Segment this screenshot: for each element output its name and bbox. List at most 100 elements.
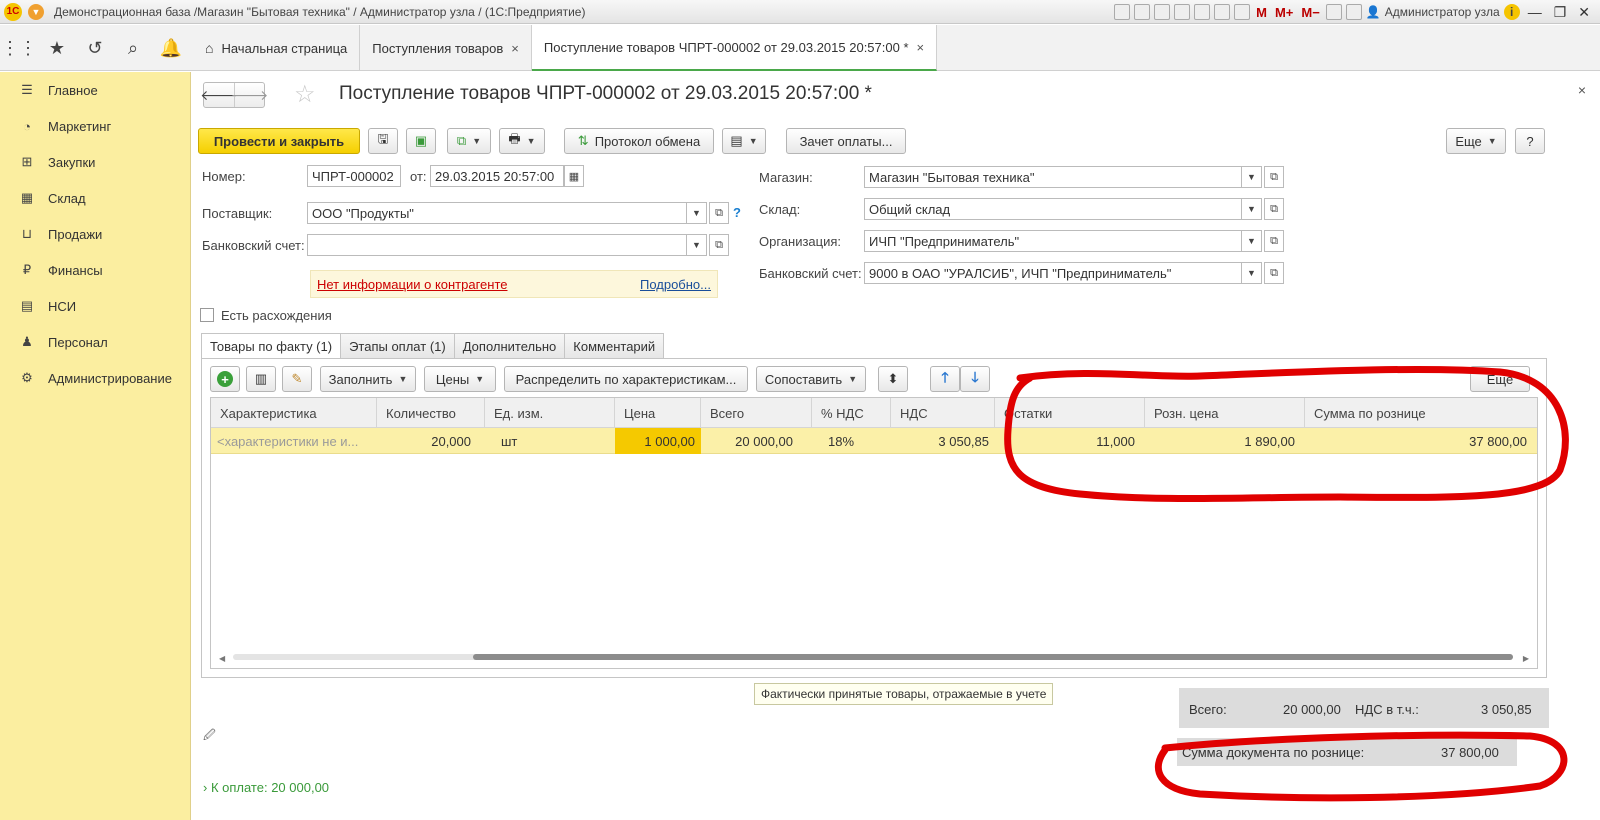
- column-header[interactable]: Цена: [615, 398, 701, 428]
- bank-account-field[interactable]: [307, 234, 687, 256]
- print-button[interactable]: 🖶 ▼: [499, 128, 545, 154]
- pick-button[interactable]: ✎: [282, 366, 312, 392]
- sidebar-item-main[interactable]: ☰ Главное: [0, 72, 190, 108]
- close-tab-icon[interactable]: ×: [917, 40, 925, 55]
- info-icon[interactable]: i: [1503, 4, 1520, 20]
- distribute-button[interactable]: Распределить по характеристикам...: [504, 366, 748, 392]
- open-warehouse-icon[interactable]: ⧉: [1264, 198, 1284, 220]
- payment-offset-button[interactable]: Зачет оплаты...: [786, 128, 906, 154]
- tab-actual-goods[interactable]: Товары по факту (1): [201, 333, 342, 359]
- move-down-button[interactable]: 🡓: [960, 366, 990, 392]
- tab-home[interactable]: ⌂ Начальная страница: [193, 25, 361, 71]
- create-based-on-button[interactable]: ⧉ ▼: [447, 128, 491, 154]
- open-bank-account-icon[interactable]: ⧉: [709, 234, 729, 256]
- close-tab-icon[interactable]: ×: [511, 41, 519, 56]
- discrepancy-checkbox[interactable]: [200, 308, 214, 322]
- column-header[interactable]: Всего: [701, 398, 812, 428]
- apps-grid-icon[interactable]: ⋮⋮: [0, 25, 38, 71]
- cell-characteristic[interactable]: <характеристики не и...: [211, 428, 377, 454]
- sidebar-item-catalogs[interactable]: ▤ НСИ: [0, 288, 190, 324]
- minimize-button[interactable]: —: [1524, 4, 1546, 20]
- compare-button[interactable]: Сопоставить ▼: [756, 366, 866, 392]
- save-button[interactable]: 🖫: [368, 128, 398, 154]
- tab-receipts-list[interactable]: Поступления товаров ×: [360, 25, 532, 71]
- cell-unit[interactable]: шт: [495, 428, 615, 454]
- date-field[interactable]: 29.03.2015 20:57:00: [430, 165, 564, 187]
- memory-mplus-button[interactable]: M+: [1275, 5, 1293, 20]
- column-header[interactable]: Количество: [377, 398, 485, 428]
- tab-receipt-document[interactable]: Поступление товаров ЧПРТ-000002 от 29.03…: [531, 25, 938, 71]
- close-form-icon[interactable]: ×: [1578, 82, 1586, 98]
- favorite-star-icon[interactable]: ☆: [294, 80, 316, 109]
- calendar-icon[interactable]: [1234, 4, 1251, 20]
- restore-button[interactable]: ❐: [1550, 4, 1571, 21]
- org-bank-account-field[interactable]: 9000 в ОАО "УРАЛСИБ", ИЧП "Предпринимате…: [864, 262, 1242, 284]
- column-header[interactable]: НДС: [891, 398, 995, 428]
- bell-icon[interactable]: 🔔: [152, 25, 190, 71]
- column-header[interactable]: Ед. изм.: [485, 398, 615, 428]
- help-button[interactable]: ?: [1515, 128, 1545, 154]
- post-button[interactable]: ▣: [406, 128, 436, 154]
- barcode-button[interactable]: ▥: [246, 366, 276, 392]
- zoom-icon[interactable]: [1325, 4, 1342, 20]
- sidebar-item-warehouse[interactable]: ▦ Склад: [0, 180, 190, 216]
- link-icon[interactable]: [1174, 4, 1191, 20]
- store-dropdown-icon[interactable]: ▼: [1242, 166, 1262, 188]
- edit-note-icon[interactable]: 🖉: [203, 726, 216, 747]
- tab-comment[interactable]: Комментарий: [564, 333, 665, 358]
- cell-vat[interactable]: 3 050,85: [891, 428, 995, 454]
- sidebar-item-finance[interactable]: ₽ Финансы: [0, 252, 190, 288]
- calendar-icon[interactable]: ▦: [564, 165, 584, 187]
- table-more-button[interactable]: Еще: [1470, 366, 1530, 392]
- fill-button[interactable]: Заполнить ▼: [320, 366, 416, 392]
- bank-account-dropdown-icon[interactable]: ▼: [687, 234, 707, 256]
- favorites-star-icon[interactable]: ★: [38, 25, 76, 71]
- cell-vat-rate[interactable]: 18%: [822, 428, 891, 454]
- table-row[interactable]: <характеристики не и... 20,000 шт 1 000,…: [211, 428, 1537, 454]
- copy-icon[interactable]: [1194, 4, 1211, 20]
- prices-button[interactable]: Цены ▼: [424, 366, 496, 392]
- organization-field[interactable]: ИЧП "Предприниматель": [864, 230, 1242, 252]
- number-field[interactable]: ЧПРТ-000002: [307, 165, 401, 187]
- sidebar-item-marketing[interactable]: ◔ Маркетинг: [0, 108, 190, 144]
- org-bank-account-dropdown-icon[interactable]: ▼: [1242, 262, 1262, 284]
- reports-button[interactable]: ▤ ▼: [722, 128, 766, 154]
- cell-total[interactable]: 20 000,00: [701, 428, 799, 454]
- sidebar-item-personnel[interactable]: ♟ Персонал: [0, 324, 190, 360]
- scrollbar-thumb[interactable]: [473, 654, 1513, 660]
- store-field[interactable]: Магазин "Бытовая техника": [864, 166, 1242, 188]
- tab-payment-stages[interactable]: Этапы оплат (1): [340, 333, 455, 358]
- calculator-icon[interactable]: [1214, 4, 1231, 20]
- panel-icon[interactable]: [1345, 4, 1362, 20]
- cell-retail-price[interactable]: 1 890,00: [1145, 428, 1301, 454]
- print-icon[interactable]: [1134, 4, 1151, 20]
- close-window-button[interactable]: ✕: [1574, 4, 1594, 21]
- scroll-left-icon[interactable]: ◀: [219, 654, 225, 663]
- main-menu-button[interactable]: ▼: [28, 3, 44, 20]
- cell-stock[interactable]: 11,000: [995, 428, 1141, 454]
- organization-dropdown-icon[interactable]: ▼: [1242, 230, 1262, 252]
- sidebar-item-sales[interactable]: ⊔ Продажи: [0, 216, 190, 252]
- sidebar-item-purchases[interactable]: ⊞ Закупки: [0, 144, 190, 180]
- column-header[interactable]: % НДС: [812, 398, 891, 428]
- move-up-button[interactable]: 🡑: [930, 366, 960, 392]
- user-name[interactable]: Администратор узла: [1385, 5, 1500, 19]
- supplier-field[interactable]: ООО "Продукты": [307, 202, 687, 224]
- to-pay-link[interactable]: › К оплате: 20 000,00: [203, 780, 329, 795]
- more-button[interactable]: Еще ▼: [1446, 128, 1506, 154]
- no-counterparty-info-link[interactable]: Нет информации о контрагенте: [317, 277, 508, 292]
- open-organization-icon[interactable]: ⧉: [1264, 230, 1284, 252]
- sidebar-item-administration[interactable]: ⚙ Администрирование: [0, 360, 190, 396]
- history-icon[interactable]: ↺: [76, 25, 114, 71]
- open-supplier-icon[interactable]: ⧉: [709, 202, 729, 224]
- more-details-link[interactable]: Подробно...: [640, 277, 711, 292]
- open-org-bank-account-icon[interactable]: ⧉: [1264, 262, 1284, 284]
- save-icon[interactable]: [1114, 4, 1131, 20]
- memory-mminus-button[interactable]: M−: [1301, 5, 1319, 20]
- column-header[interactable]: Характеристика: [211, 398, 377, 428]
- supplier-dropdown-icon[interactable]: ▼: [687, 202, 707, 224]
- warehouse-field[interactable]: Общий склад: [864, 198, 1242, 220]
- memory-m-button[interactable]: M: [1256, 5, 1267, 20]
- search-icon[interactable]: ⌕: [114, 25, 152, 71]
- cell-retail-sum[interactable]: 37 800,00: [1305, 428, 1533, 454]
